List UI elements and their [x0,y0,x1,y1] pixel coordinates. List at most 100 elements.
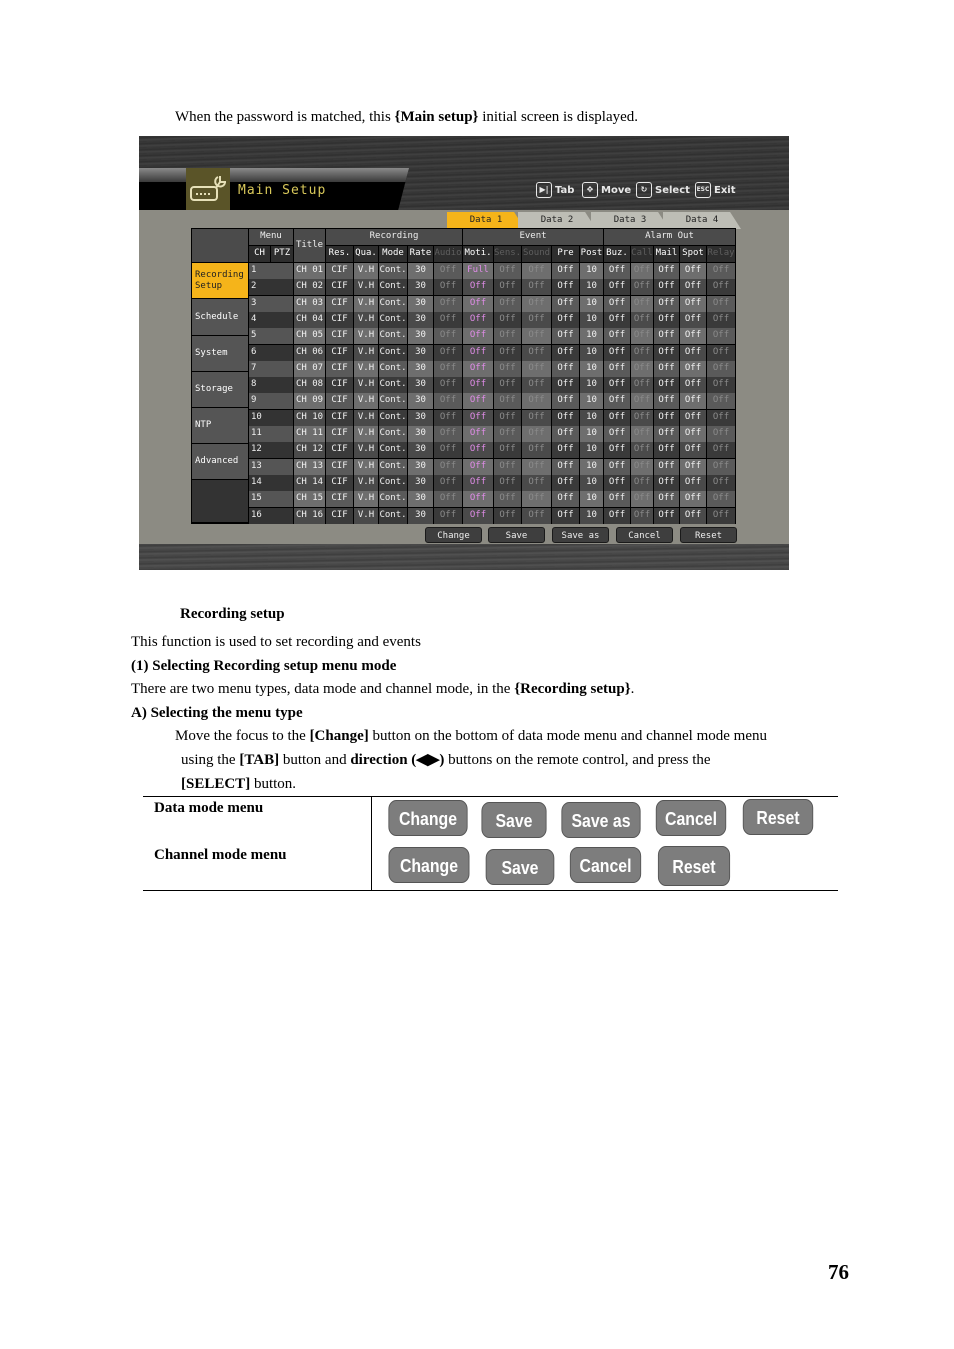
cell-pre-row-1[interactable]: Off [552,263,579,279]
cell-spot-row-10[interactable]: Off [680,409,706,426]
tab-data-1[interactable]: Data 1 [447,212,525,229]
cell-title-row-9[interactable]: CH 09 [294,393,325,410]
cancel-button[interactable]: Cancel [616,527,673,543]
cell-rate-row-16[interactable]: 30 [408,507,433,524]
cell-post-row-11[interactable]: 10 [580,426,603,442]
cell-buz-row-15[interactable]: Off [604,491,630,508]
cell-qua-row-4[interactable]: V.H [354,311,378,328]
cell-buz-row-3[interactable]: Off [604,295,630,312]
cell-post-row-6[interactable]: 10 [580,344,603,361]
cell-rate-row-3[interactable]: 30 [408,295,433,312]
cell-res-row-10[interactable]: CIF [326,409,353,426]
cell-res-row-6[interactable]: CIF [326,344,353,361]
cell-qua-row-8[interactable]: V.H [354,377,378,394]
cell-res-row-5[interactable]: CIF [326,328,353,345]
cell-title-row-10[interactable]: CH 10 [294,409,325,426]
cell-pre-row-10[interactable]: Off [552,409,579,426]
cell-moti-row-13[interactable]: Off [463,458,493,475]
cell-rate-row-4[interactable]: 30 [408,311,433,328]
cell-mode-row-3[interactable]: Cont. [379,295,407,312]
cell-post-row-7[interactable]: 10 [580,360,603,377]
cell-buz-row-16[interactable]: Off [604,507,630,524]
cell-moti-row-8[interactable]: Off [463,377,493,394]
cell-mail-row-14[interactable]: Off [654,474,679,491]
cell-moti-row-15[interactable]: Off [463,491,493,508]
cell-qua-row-14[interactable]: V.H [354,474,378,491]
cell-title-row-8[interactable]: CH 08 [294,377,325,394]
cell-rate-row-5[interactable]: 30 [408,328,433,345]
cell-buz-row-12[interactable]: Off [604,442,630,459]
cell-pre-row-16[interactable]: Off [552,507,579,524]
cell-qua-row-9[interactable]: V.H [354,393,378,410]
cell-post-row-9[interactable]: 10 [580,393,603,410]
cell-res-row-16[interactable]: CIF [326,507,353,524]
cell-mail-row-5[interactable]: Off [654,328,679,345]
cell-buz-row-9[interactable]: Off [604,393,630,410]
cell-rate-row-7[interactable]: 30 [408,360,433,377]
channel-mode-reset-button[interactable]: Reset [657,846,731,886]
cell-buz-row-4[interactable]: Off [604,311,630,328]
cell-mode-row-16[interactable]: Cont. [379,507,407,524]
cell-buz-row-10[interactable]: Off [604,409,630,426]
cell-pre-row-6[interactable]: Off [552,344,579,361]
cell-buz-row-8[interactable]: Off [604,377,630,394]
cell-spot-row-9[interactable]: Off [680,393,706,410]
cell-mode-row-13[interactable]: Cont. [379,458,407,475]
cell-qua-row-11[interactable]: V.H [354,426,378,442]
cell-post-row-1[interactable]: 10 [580,263,603,279]
cell-post-row-4[interactable]: 10 [580,311,603,328]
cell-pre-row-7[interactable]: Off [552,360,579,377]
cell-moti-row-12[interactable]: Off [463,442,493,459]
cell-title-row-3[interactable]: CH 03 [294,295,325,312]
cell-pre-row-8[interactable]: Off [552,377,579,394]
cell-qua-row-1[interactable]: V.H [354,263,378,279]
cell-moti-row-3[interactable]: Off [463,295,493,312]
cell-spot-row-15[interactable]: Off [680,491,706,508]
cell-spot-row-11[interactable]: Off [680,426,706,442]
cell-mail-row-6[interactable]: Off [654,344,679,361]
cell-mail-row-7[interactable]: Off [654,360,679,377]
cell-rate-row-8[interactable]: 30 [408,377,433,394]
cell-post-row-10[interactable]: 10 [580,409,603,426]
change-button[interactable]: Change [425,527,482,543]
cell-moti-row-4[interactable]: Off [463,311,493,328]
cell-mode-row-5[interactable]: Cont. [379,328,407,345]
cell-title-row-7[interactable]: CH 07 [294,360,325,377]
cell-post-row-16[interactable]: 10 [580,507,603,524]
menu-item-storage[interactable]: Storage [192,372,248,407]
cell-qua-row-12[interactable]: V.H [354,442,378,459]
cell-title-row-6[interactable]: CH 06 [294,344,325,361]
cell-spot-row-14[interactable]: Off [680,474,706,491]
menu-item-recording-setup[interactable]: Recording Setup [192,263,248,298]
cell-qua-row-2[interactable]: V.H [354,279,378,296]
cell-mode-row-7[interactable]: Cont. [379,360,407,377]
cell-mail-row-10[interactable]: Off [654,409,679,426]
cell-rate-row-11[interactable]: 30 [408,426,433,442]
data-mode-save-button[interactable]: Save [481,802,547,838]
cell-rate-row-10[interactable]: 30 [408,409,433,426]
cell-moti-row-5[interactable]: Off [463,328,493,345]
cell-mode-row-2[interactable]: Cont. [379,279,407,296]
cell-mode-row-12[interactable]: Cont. [379,442,407,459]
save-button[interactable]: Save [488,527,545,543]
cell-moti-row-9[interactable]: Off [463,393,493,410]
cell-post-row-12[interactable]: 10 [580,442,603,459]
cell-qua-row-6[interactable]: V.H [354,344,378,361]
cell-buz-row-14[interactable]: Off [604,474,630,491]
menu-item-system[interactable]: System [192,336,248,371]
cell-spot-row-16[interactable]: Off [680,507,706,524]
cell-spot-row-1[interactable]: Off [680,263,706,279]
cell-mail-row-9[interactable]: Off [654,393,679,410]
save-as-button[interactable]: Save as [552,527,609,543]
cell-mode-row-10[interactable]: Cont. [379,409,407,426]
cell-title-row-2[interactable]: CH 02 [294,279,325,296]
cell-pre-row-13[interactable]: Off [552,458,579,475]
cell-mode-row-4[interactable]: Cont. [379,311,407,328]
cell-mail-row-4[interactable]: Off [654,311,679,328]
cell-pre-row-15[interactable]: Off [552,491,579,508]
cell-moti-row-2[interactable]: Off [463,279,493,296]
cell-res-row-8[interactable]: CIF [326,377,353,394]
cell-spot-row-2[interactable]: Off [680,279,706,296]
cell-rate-row-6[interactable]: 30 [408,344,433,361]
cell-mail-row-8[interactable]: Off [654,377,679,394]
